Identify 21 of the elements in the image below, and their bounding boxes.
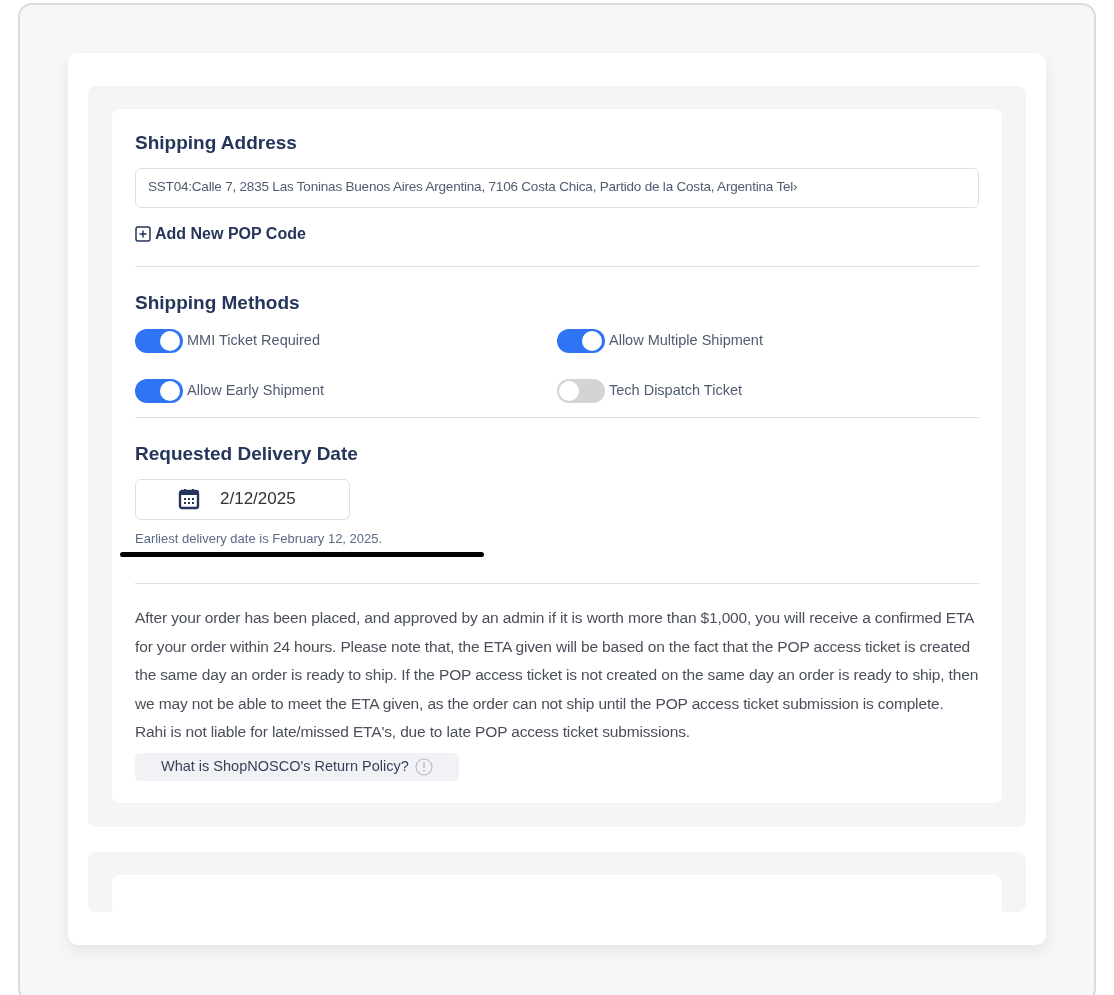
date-value: 2/12/2025 xyxy=(220,488,296,511)
return-policy-button[interactable]: What is ShopNOSCO's Return Policy? xyxy=(135,752,459,781)
date-hint: Earliest delivery date is February 12, 2025. xyxy=(135,529,384,548)
toggle-switch[interactable] xyxy=(135,379,183,403)
section-title: Shipping Address xyxy=(135,131,298,155)
info-icon xyxy=(414,757,433,776)
order-notice: After your order has been placed, and approved by an admin if it is worth more than $1,000, you will receive a confirmed ETA for your order within 24 hours. Please note that, the ETA given will be based on the fact that the POP access ticket is created the same day an order is ready to ship. If the POP access ticket is not created on the same day an order is ready to ship, then we may not be able to meet the ETA given, as the order can not ship until the POP access ticket submission is complete. Rahi is not liable for late/missed ETA's, due to late POP access ticket submissions. xyxy=(135,608,979,742)
add-pop-code-link[interactable]: Add New POP Code xyxy=(135,221,306,246)
toggle-label: Allow Early Shipment xyxy=(187,381,324,401)
toggle-switch[interactable] xyxy=(557,329,605,353)
toggle-label: Tech Dispatch Ticket xyxy=(609,381,742,401)
date-field[interactable]: 2/12/2025 xyxy=(135,478,350,520)
toggle-label: Allow Multiple Shipment xyxy=(609,331,763,351)
section-title: Shipping Methods xyxy=(135,290,301,315)
section-title: Requested Delivery Date xyxy=(135,442,359,466)
calendar-icon xyxy=(178,488,200,510)
toggle-label: MMI Ticket Required xyxy=(187,331,320,351)
toggle-switch[interactable] xyxy=(557,379,605,403)
toggle-switch[interactable] xyxy=(135,329,183,353)
plus-square-icon xyxy=(135,225,151,242)
address-field[interactable]: SST04:Calle 7, 2835 Las Toninas Buenos Aires Argentina, 7106 Costa Chica, Partido de la Costa, Argentina Tel› xyxy=(135,167,979,208)
